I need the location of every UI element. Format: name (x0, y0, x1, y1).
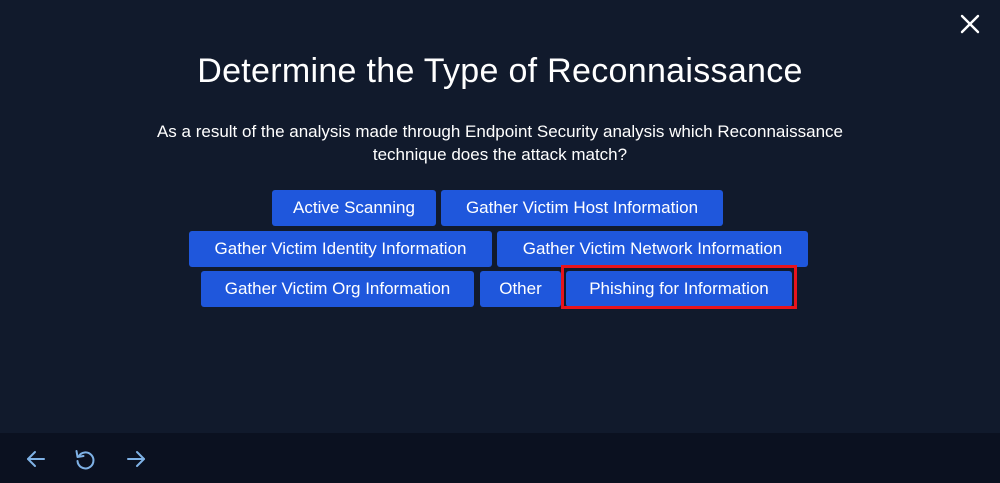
option-gather-victim-network-information[interactable]: Gather Victim Network Information (497, 231, 808, 267)
option-active-scanning[interactable]: Active Scanning (272, 190, 436, 226)
option-gather-victim-identity-information[interactable]: Gather Victim Identity Information (189, 231, 492, 267)
dialog-title: Determine the Type of Reconnaissance (197, 52, 803, 90)
close-icon[interactable] (958, 12, 982, 36)
arrow-left-icon[interactable] (24, 447, 48, 471)
option-gather-victim-org-information[interactable]: Gather Victim Org Information (201, 271, 474, 307)
arrow-right-icon[interactable] (124, 447, 148, 471)
footer-toolbar (0, 433, 1000, 483)
reconnaissance-dialog: Determine the Type of Reconnaissance As … (0, 0, 1000, 483)
question-text: As a result of the analysis made through… (156, 122, 844, 164)
option-other[interactable]: Other (480, 271, 561, 307)
refresh-icon[interactable] (73, 447, 97, 471)
option-gather-victim-host-information[interactable]: Gather Victim Host Information (441, 190, 723, 226)
option-phishing-for-information[interactable]: Phishing for Information (566, 271, 792, 307)
